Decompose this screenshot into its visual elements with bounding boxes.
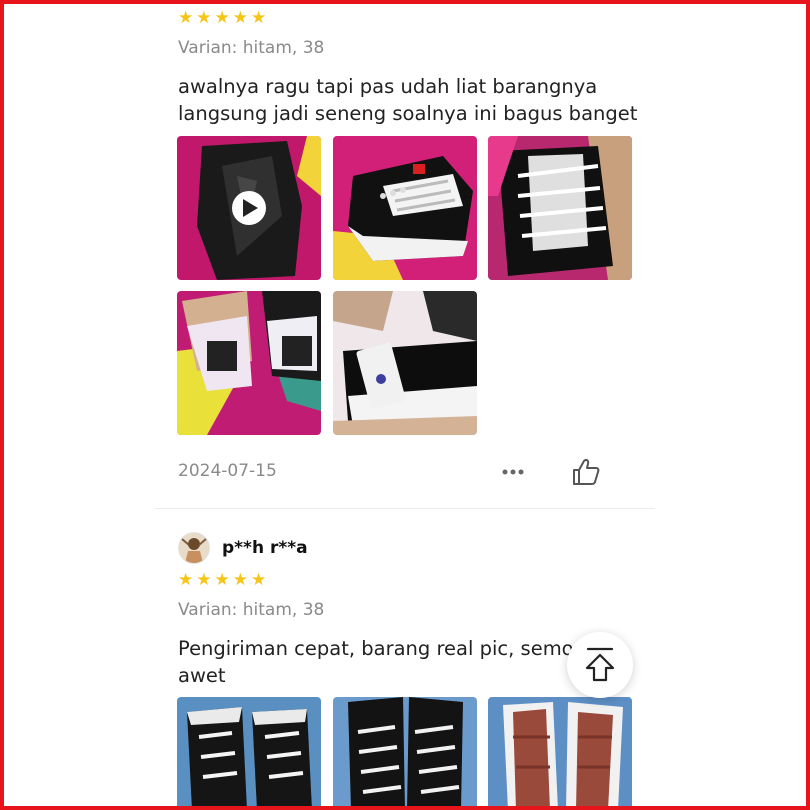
star-icon: ★	[251, 570, 267, 590]
video-thumbnail[interactable]	[177, 136, 321, 280]
thumbs-up-icon[interactable]	[570, 456, 602, 488]
review-date: 2024-07-15	[178, 461, 277, 481]
star-icon: ★	[251, 8, 267, 28]
review-card: ★ ★ ★ ★ ★	[178, 572, 658, 589]
star-icon: ★	[232, 570, 248, 590]
rating-stars: ★ ★ ★ ★ ★	[178, 572, 658, 589]
star-icon: ★	[196, 570, 212, 590]
review-photo[interactable]	[488, 697, 632, 810]
scroll-to-top-button[interactable]	[567, 632, 633, 698]
review-photo[interactable]	[333, 136, 477, 280]
star-icon: ★	[196, 8, 212, 28]
review-photo[interactable]	[333, 697, 477, 810]
star-icon: ★	[214, 8, 230, 28]
star-icon: ★	[178, 8, 194, 28]
more-icon[interactable]	[500, 462, 528, 482]
variant-label: Varian: hitam, 38	[178, 38, 325, 58]
reviewer-name: p**h r**a	[222, 538, 308, 558]
avatar[interactable]	[178, 532, 210, 564]
scroll-to-top-icon	[585, 647, 615, 682]
review-photo[interactable]	[488, 136, 632, 280]
review-card: ★ ★ ★ ★ ★	[178, 10, 658, 27]
review-text-line: langsung jadi seneng soalnya ini bagus b…	[178, 102, 638, 125]
review-divider	[155, 508, 655, 509]
star-icon: ★	[232, 8, 248, 28]
variant-label: Varian: hitam, 38	[178, 600, 325, 620]
reviewer-info: p**h r**a	[178, 532, 308, 564]
review-photo[interactable]	[177, 697, 321, 810]
star-icon: ★	[214, 570, 230, 590]
review-text-line: awalnya ragu tapi pas udah liat barangny…	[178, 75, 598, 98]
review-photo[interactable]	[177, 291, 321, 435]
rating-stars: ★ ★ ★ ★ ★	[178, 10, 658, 27]
star-icon: ★	[178, 570, 194, 590]
review-photo[interactable]	[333, 291, 477, 435]
